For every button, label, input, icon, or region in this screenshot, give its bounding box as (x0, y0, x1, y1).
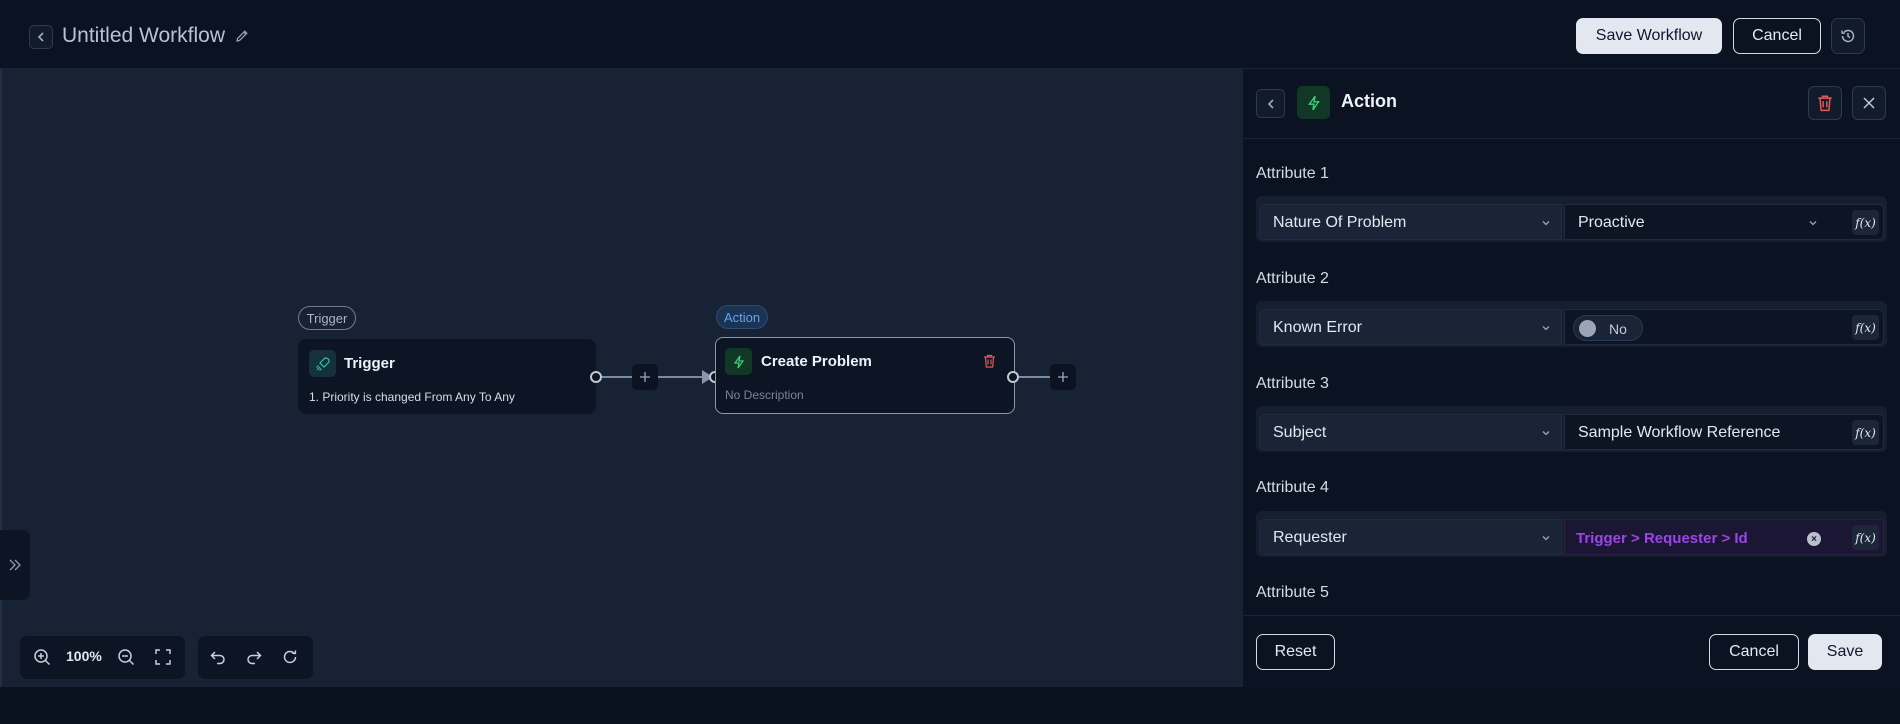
trigger-node-title: Trigger (344, 355, 395, 372)
cancel-button[interactable]: Cancel (1733, 18, 1821, 54)
trigger-node-description: 1. Priority is changed From Any To Any (309, 390, 515, 404)
chevron-down-icon (1542, 431, 1550, 436)
field-select[interactable]: Known Error (1259, 309, 1562, 345)
zoom-in-icon[interactable] (32, 647, 52, 667)
zoom-level: 100% (66, 648, 102, 664)
delete-action-button[interactable] (1808, 86, 1842, 120)
expression-token: Trigger > Requester > Id (1576, 530, 1748, 547)
panel-header: Action (1243, 69, 1900, 139)
panel-title: Action (1341, 91, 1397, 111)
add-step-button[interactable] (1050, 364, 1076, 390)
expression-value[interactable]: Trigger > Requester > Id × f(x) (1564, 519, 1884, 555)
trigger-node[interactable]: Trigger 1. Priority is changed From Any … (298, 339, 596, 414)
attribute-row: Requester Trigger > Requester > Id × f(x… (1256, 511, 1887, 557)
close-panel-button[interactable] (1852, 86, 1886, 120)
redo-icon[interactable] (244, 647, 264, 667)
zoom-controls: 100% (20, 636, 185, 679)
action-tag: Action (716, 305, 768, 329)
refresh-icon[interactable] (280, 647, 300, 667)
undo-icon[interactable] (208, 647, 228, 667)
add-step-button[interactable] (632, 364, 658, 390)
close-icon (1863, 97, 1875, 109)
field-select-value: Subject (1273, 424, 1327, 441)
toggle-knob (1579, 320, 1596, 337)
chevron-down-icon (1809, 221, 1817, 226)
history-button[interactable] (1831, 18, 1865, 54)
value-select-value: Proactive (1578, 214, 1645, 231)
panel-save-button[interactable]: Save (1808, 634, 1882, 670)
value-field: No f(x) (1564, 309, 1884, 345)
trigger-tag: Trigger (298, 306, 356, 330)
plus-icon (640, 372, 650, 382)
fx-button[interactable]: f(x) (1852, 525, 1879, 550)
fx-button[interactable]: f(x) (1852, 315, 1879, 340)
attribute-label: Attribute 5 (1256, 584, 1329, 601)
panel-cancel-button[interactable]: Cancel (1709, 634, 1799, 670)
workflow-title[interactable]: Untitled Workflow (62, 22, 225, 50)
attribute-row: Nature Of Problem Proactive f(x) (1256, 196, 1887, 242)
double-chevron-right-icon (9, 559, 21, 571)
chevron-left-icon (37, 32, 44, 42)
field-select-value: Requester (1273, 529, 1347, 546)
value-input[interactable]: Sample Workflow Reference f(x) (1564, 414, 1884, 450)
top-bar: Untitled Workflow Save Workflow Cancel (0, 0, 1900, 69)
subject-value: Sample Workflow Reference (1578, 424, 1781, 441)
rocket-icon (309, 350, 336, 377)
back-button[interactable] (29, 25, 53, 49)
connector-line (1019, 376, 1050, 378)
connector-line (602, 376, 632, 378)
action-node-description: No Description (725, 388, 804, 402)
history-icon (1841, 29, 1855, 43)
chevron-down-icon (1542, 326, 1550, 331)
expand-sidebar-button[interactable] (0, 530, 30, 600)
field-select-value: Known Error (1273, 319, 1362, 336)
lightning-icon (725, 348, 752, 375)
value-select[interactable]: Proactive f(x) (1564, 204, 1884, 240)
trigger-output-port[interactable] (590, 371, 602, 383)
chevron-down-icon (1542, 221, 1550, 226)
fit-view-icon[interactable] (153, 647, 173, 667)
pencil-icon[interactable] (234, 28, 250, 44)
action-node-title: Create Problem (761, 353, 872, 370)
action-node[interactable]: Create Problem No Description (715, 337, 1015, 414)
field-select[interactable]: Nature Of Problem (1259, 204, 1562, 240)
field-select[interactable]: Subject (1259, 414, 1562, 450)
attribute-row: Subject Sample Workflow Reference f(x) (1256, 406, 1887, 452)
lightning-icon (1297, 86, 1330, 119)
chevron-down-icon (1542, 536, 1550, 541)
trash-icon (1818, 95, 1832, 112)
clear-icon[interactable]: × (1807, 532, 1821, 546)
zoom-out-icon[interactable] (116, 647, 136, 667)
attribute-row: Known Error No f(x) (1256, 301, 1887, 347)
known-error-toggle[interactable]: No (1573, 315, 1643, 341)
attribute-label: Attribute 4 (1256, 479, 1329, 496)
attribute-label: Attribute 3 (1256, 375, 1329, 392)
action-panel: Action Attribute 1 Nature Of Problem Pro… (1243, 69, 1900, 687)
trash-icon[interactable] (983, 354, 996, 368)
field-select-value: Nature Of Problem (1273, 214, 1407, 231)
save-workflow-button[interactable]: Save Workflow (1576, 18, 1722, 54)
field-select[interactable]: Requester (1259, 519, 1562, 555)
fx-button[interactable]: f(x) (1852, 210, 1879, 235)
bottom-strip (0, 687, 1900, 724)
panel-footer: Reset Cancel Save (1243, 615, 1900, 687)
attribute-label: Attribute 2 (1256, 270, 1329, 287)
attribute-label: Attribute 1 (1256, 165, 1329, 182)
chevron-left-icon (1267, 98, 1274, 109)
plus-icon (1058, 372, 1068, 382)
action-output-port[interactable] (1007, 371, 1019, 383)
toggle-label: No (1609, 321, 1627, 337)
fx-button[interactable]: f(x) (1852, 420, 1879, 445)
history-controls (198, 636, 313, 679)
panel-back-button[interactable] (1256, 89, 1285, 118)
reset-button[interactable]: Reset (1256, 634, 1335, 670)
